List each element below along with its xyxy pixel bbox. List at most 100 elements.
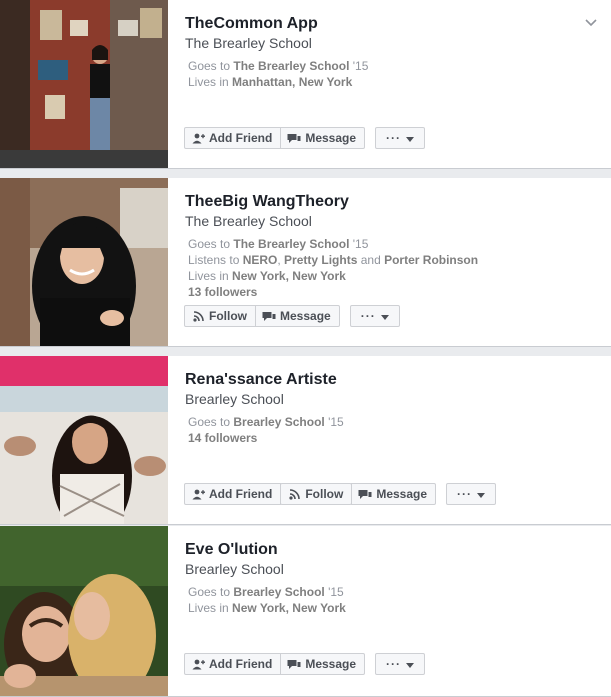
message-button[interactable]: Message	[280, 127, 366, 149]
artist-link[interactable]: Pretty Lights	[284, 253, 357, 267]
message-icon	[287, 658, 301, 670]
profile-school: Brearley School	[185, 561, 284, 577]
profile-photo[interactable]	[0, 356, 168, 524]
follow-label: Follow	[209, 309, 247, 323]
followers-link[interactable]: 14 followers	[188, 431, 257, 445]
caret-down-icon	[477, 487, 486, 501]
add-friend-icon	[191, 488, 205, 500]
profile-school: The Brearley School	[185, 35, 312, 51]
detail-prefix: Lives in	[188, 269, 233, 283]
school-link[interactable]: Brearley School	[233, 415, 324, 429]
more-options-button[interactable]: ···	[349, 305, 400, 327]
education-line: Goes to Brearley School '15	[188, 584, 591, 600]
profile-name[interactable]: Rena'ssance Artiste	[185, 370, 591, 390]
profile-name[interactable]: TheCommon App	[185, 14, 591, 34]
follow-button[interactable]: Follow	[184, 305, 256, 327]
class-year: '15	[349, 59, 369, 73]
detail-prefix: Listens to	[188, 253, 243, 267]
location-link[interactable]: New York, New York	[232, 269, 346, 283]
rss-follow-icon	[191, 310, 205, 322]
profile-photo[interactable]	[0, 178, 168, 346]
profile-details: Goes to Brearley School '15 Lives in New…	[185, 584, 591, 616]
result-card: Eve O'lution Brearley School Goes to Bre…	[0, 526, 611, 697]
more-dots: ···	[360, 309, 376, 323]
search-results-list: TheCommon App The Brearley School Goes t…	[0, 0, 611, 697]
action-bar: Add Friend Follow Message ···	[184, 483, 497, 505]
more-dots: ···	[457, 487, 473, 501]
chevron-down-icon[interactable]	[585, 14, 597, 32]
profile-photo[interactable]	[0, 0, 168, 168]
school-link[interactable]: The Brearley School	[233, 237, 349, 251]
add-friend-icon	[191, 658, 205, 670]
message-label: Message	[376, 487, 428, 501]
follow-label: Follow	[305, 487, 344, 501]
caret-down-icon	[380, 309, 389, 323]
music-line: Listens to NERO, Pretty Lights and Porte…	[188, 252, 591, 268]
result-card: TheeBig WangTheory The Brearley School G…	[0, 178, 611, 347]
detail-prefix: Goes to	[188, 237, 234, 251]
add-friend-button[interactable]: Add Friend	[184, 127, 282, 149]
message-button[interactable]: Message	[351, 483, 437, 505]
more-dots: ···	[386, 131, 402, 145]
profile-details: Goes to The Brearley School '15 Lives in…	[185, 58, 591, 90]
detail-prefix: Lives in	[188, 75, 233, 89]
add-friend-label: Add Friend	[209, 131, 273, 145]
action-bar: Add Friend Message ···	[184, 127, 426, 149]
followers-count: 14 followers	[188, 430, 591, 446]
class-year: '15	[324, 585, 344, 599]
more-dots: ···	[386, 657, 402, 671]
education-line: Goes to The Brearley School '15	[188, 58, 591, 74]
caret-down-icon	[406, 131, 415, 145]
artist-link[interactable]: NERO	[243, 253, 278, 267]
education-line: Goes to The Brearley School '15	[188, 236, 591, 252]
education-line: Goes to Brearley School '15	[188, 414, 591, 430]
profile-name[interactable]: TheeBig WangTheory	[185, 192, 591, 212]
profile-details: Goes to Brearley School '15 14 followers	[185, 414, 591, 446]
location-line: Lives in New York, New York	[188, 268, 591, 284]
location-line: Lives in Manhattan, New York	[188, 74, 591, 90]
profile-details: Goes to The Brearley School '15 Listens …	[185, 236, 591, 300]
action-bar: Add Friend Message ···	[184, 653, 426, 675]
follow-button[interactable]: Follow	[280, 483, 353, 505]
more-options-button[interactable]: ···	[446, 483, 497, 505]
artist-link[interactable]: Porter Robinson	[384, 253, 478, 267]
class-year: '15	[349, 237, 369, 251]
detail-prefix: Goes to	[188, 585, 234, 599]
message-button[interactable]: Message	[280, 653, 366, 675]
location-link[interactable]: Manhattan, New York	[232, 75, 352, 89]
message-label: Message	[305, 131, 357, 145]
profile-school: The Brearley School	[185, 213, 312, 229]
separator: and	[357, 253, 385, 267]
profile-name[interactable]: Eve O'lution	[185, 540, 591, 560]
detail-prefix: Goes to	[188, 59, 234, 73]
message-icon	[262, 310, 276, 322]
more-options-button[interactable]: ···	[375, 127, 426, 149]
location-line: Lives in New York, New York	[188, 600, 591, 616]
rss-follow-icon	[287, 488, 301, 500]
followers-count: 13 followers	[188, 284, 591, 300]
class-year: '15	[324, 415, 344, 429]
add-friend-label: Add Friend	[209, 487, 273, 501]
followers-link[interactable]: 13 followers	[188, 285, 257, 299]
message-icon	[287, 132, 301, 144]
school-link[interactable]: Brearley School	[233, 585, 324, 599]
add-friend-label: Add Friend	[209, 657, 273, 671]
profile-photo[interactable]	[0, 526, 168, 696]
school-link[interactable]: The Brearley School	[233, 59, 349, 73]
add-friend-icon	[191, 132, 205, 144]
message-button[interactable]: Message	[255, 305, 340, 327]
result-card: Rena'ssance Artiste Brearley School Goes…	[0, 356, 611, 525]
add-friend-button[interactable]: Add Friend	[184, 653, 282, 675]
location-link[interactable]: New York, New York	[232, 601, 346, 615]
message-label: Message	[280, 309, 331, 323]
detail-prefix: Lives in	[188, 601, 233, 615]
action-bar: Follow Message ···	[184, 305, 400, 327]
caret-down-icon	[406, 657, 415, 671]
message-label: Message	[305, 657, 357, 671]
add-friend-button[interactable]: Add Friend	[184, 483, 282, 505]
profile-school: Brearley School	[185, 391, 284, 407]
detail-prefix: Goes to	[188, 415, 234, 429]
result-card: TheCommon App The Brearley School Goes t…	[0, 0, 611, 169]
message-icon	[358, 488, 372, 500]
more-options-button[interactable]: ···	[375, 653, 426, 675]
